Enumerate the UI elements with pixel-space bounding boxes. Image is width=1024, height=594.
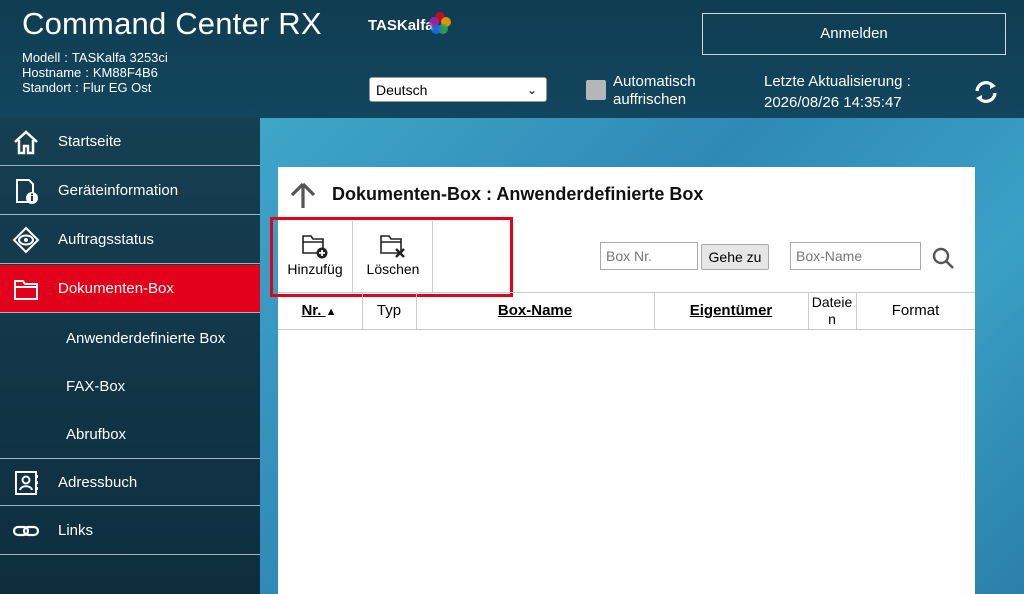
column-header-eigentuemer[interactable]: Eigentümer [654,293,808,329]
up-arrow-icon[interactable] [288,180,318,210]
sidebar-subitem-fax-box[interactable]: FAX-Box [66,378,125,395]
table-header: Nr. ▲ Typ Box-Name Eigentümer Dateie n F… [278,292,975,330]
sidebar-item-label: Startseite [58,133,122,150]
add-button-label: Hinzufüg [287,261,343,277]
page-title: Dokumenten-Box : Anwenderdefinierte Box [332,184,704,204]
column-header-format: Format [891,302,940,319]
home-icon [14,130,38,155]
sort-ascending-icon: ▲ [325,306,337,318]
device-meta: Modell: TASKalfa 3253ci Hostname: KM88F4B6… [22,50,168,95]
sidebar-item-links[interactable]: Links [0,507,260,555]
auto-refresh-checkbox[interactable] [586,80,606,100]
address-book-icon [15,471,38,495]
box-nr-input[interactable]: Box Nr. [600,242,698,270]
model-label: Modell [22,50,61,65]
brand-logo-text: TASKalfa [368,17,434,34]
column-header-box-name[interactable]: Box-Name [416,293,654,329]
header: Command Center RX Modell: TASKalfa 3253ci… [0,0,1024,118]
location-label: Standort [22,80,72,95]
sidebar-item-label: Dokumenten-Box [58,280,174,297]
goto-button[interactable]: Gehe zu [701,244,769,270]
sidebar-item-auftragsstatus[interactable]: Auftragsstatus [0,216,260,264]
app-title: Command Center RX [22,6,322,41]
eye-icon [12,226,40,254]
sidebar-item-label: Geräteinformation [58,182,179,199]
last-update-value: 2026/08/26 14:35:47 [764,94,902,111]
device-info-icon [16,179,38,204]
chevron-down-icon: ⌄ [526,83,537,97]
last-update: Letzte Aktualisierung : 2026/08/26 14:35… [764,71,911,113]
delete-button-label: Löschen [366,261,420,277]
folder-delete-icon [380,235,405,258]
toolbar-divider [432,221,433,293]
column-header-nr[interactable]: Nr. ▲ [294,293,344,329]
location-value: Flur EG Ost [82,80,152,95]
column-header-typ: Typ [376,302,402,319]
sidebar-item-startseite[interactable]: Startseite [0,118,260,166]
sidebar-item-label: Auftragsstatus [58,231,154,248]
sidebar-item-adressbuch[interactable]: Adressbuch [0,458,260,506]
brand-flower-icon [429,12,451,34]
column-header-dateien: Dateie n [811,294,853,327]
model-value: TASKalfa 3253ci [71,50,168,65]
auto-refresh-label: Automatisch auffrischen [613,73,696,108]
sidebar-item-dokumenten-box[interactable]: Dokumenten-Box [0,265,260,313]
sidebar-subitem-abrufbox[interactable]: Abrufbox [66,426,126,443]
sidebar-subitem-anwenderdefinierte-box[interactable]: Anwenderdefinierte Box [66,330,225,347]
sidebar-item-label: Links [58,522,94,539]
hostname-value: KM88F4B6 [92,65,158,80]
folder-icon [14,280,38,300]
search-icon[interactable] [931,246,955,270]
last-update-label: Letzte Aktualisierung : [764,73,911,90]
language-value: Deutsch [376,82,428,98]
hostname-label: Hostname [22,65,82,80]
toolbar-divider [352,221,353,293]
sidebar-item-label: Adressbuch [58,474,138,491]
language-select[interactable]: Deutsch ⌄ [369,77,547,102]
delete-button[interactable]: Löschen [358,225,428,291]
refresh-icon[interactable] [972,78,1000,106]
link-icon [12,525,40,537]
login-button[interactable]: Anmelden [702,13,1006,55]
sidebar-item-geraeteinformation[interactable]: Geräteinformation [0,167,260,215]
add-button[interactable]: Hinzufüg [282,225,348,291]
box-name-input[interactable]: Box-Name [790,242,921,270]
folder-add-icon [302,235,328,259]
